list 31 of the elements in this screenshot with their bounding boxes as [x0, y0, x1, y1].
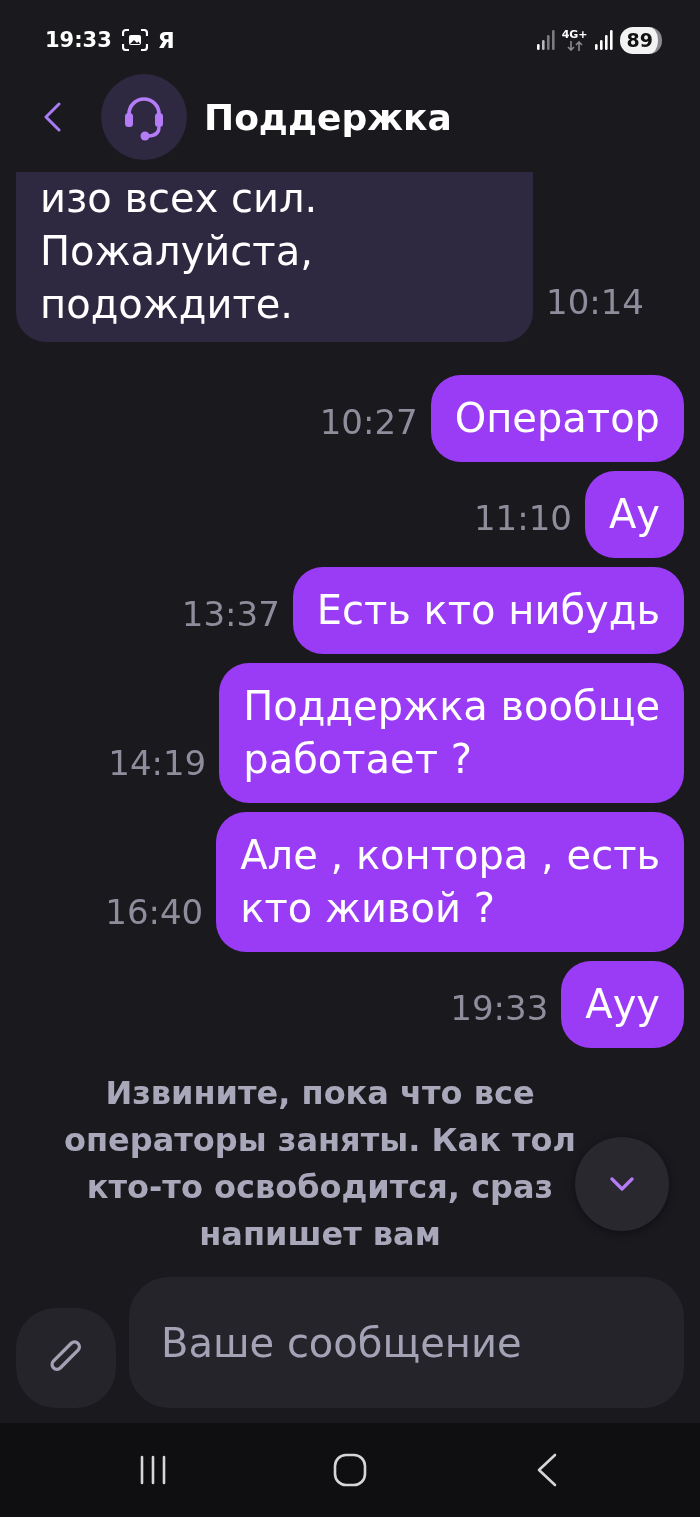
- chat-title: Поддержка: [204, 96, 452, 138]
- system-message: Извините, пока что все операторы заняты. Как тол кто-то освободится, сраз напишет вам: [64, 1073, 576, 1255]
- back-icon: [42, 102, 62, 132]
- message-bubble: Есть кто нибудь: [292, 567, 684, 654]
- message-time: 16:40: [105, 892, 204, 934]
- message-bubble: Оператор: [430, 375, 684, 462]
- chevron-down-icon: [610, 1177, 634, 1191]
- message-time: 11:10: [473, 498, 572, 540]
- message-bubble: Ау: [584, 471, 684, 558]
- message-bubble: Ауу: [561, 961, 684, 1048]
- home-icon[interactable]: [333, 1453, 367, 1487]
- back-icon[interactable]: [535, 1453, 558, 1487]
- attach-button[interactable]: [16, 1308, 116, 1408]
- message-bubble: изо всех сил. Пожалуйста, подождите.: [16, 172, 533, 342]
- status-time: 19:33: [45, 28, 112, 52]
- message-input[interactable]: Ваше сообщение: [129, 1277, 684, 1408]
- message-time: 10:27: [319, 402, 418, 444]
- network-type: 4G+: [561, 29, 588, 40]
- battery-indicator: 89: [619, 26, 662, 54]
- message-time: 13:37: [181, 594, 280, 636]
- message-time: 14:19: [108, 743, 207, 785]
- signal-icon: [594, 30, 613, 50]
- message-time: 19:33: [450, 988, 549, 1030]
- signal-icon: [536, 30, 555, 50]
- message-time: 10:14: [546, 282, 644, 324]
- image-frame-icon: [121, 29, 148, 51]
- data-arrows-icon: [566, 41, 583, 51]
- message-bubble: Але , контора , есть кто живой ?: [216, 812, 684, 952]
- notification-letter: Я: [157, 27, 175, 53]
- headset-icon: [101, 74, 187, 160]
- message-bubble: Поддержка вообще работает ?: [219, 663, 684, 803]
